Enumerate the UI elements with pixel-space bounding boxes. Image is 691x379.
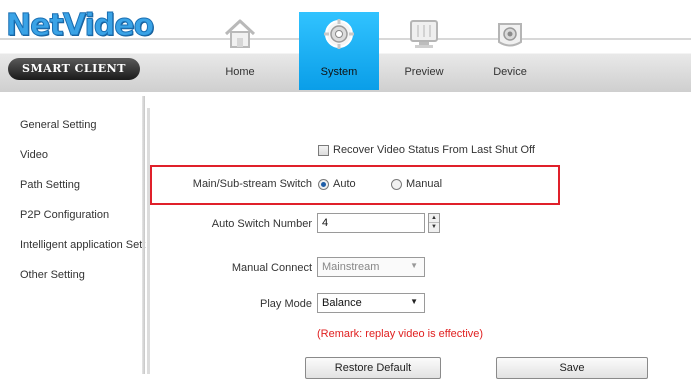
tab-system[interactable]: System <box>299 12 379 90</box>
spinner-down-icon[interactable]: ▼ <box>429 223 439 232</box>
sidebar-item-path-setting[interactable]: Path Setting <box>20 179 80 191</box>
auto-switch-number-label: Auto Switch Number <box>211 218 312 230</box>
manual-connect-select[interactable]: Mainstream ▼ <box>317 257 425 277</box>
tab-device[interactable]: Device <box>470 12 550 90</box>
manual-connect-value: Mainstream <box>322 261 380 273</box>
chevron-down-icon: ▼ <box>410 297 418 306</box>
app-subtitle-badge: SMART CLIENT <box>8 58 140 80</box>
chevron-down-icon: ▼ <box>410 261 418 270</box>
monitor-icon <box>410 20 438 48</box>
app-header: NetVideo SMART CLIENT Home System Previe… <box>0 0 691 92</box>
tab-home-label: Home <box>225 66 255 78</box>
remark-text: (Remark: replay video is effective) <box>317 328 484 340</box>
app-logo: NetVideo <box>5 8 154 44</box>
auto-switch-number-spinner[interactable]: ▲ ▼ <box>428 213 440 233</box>
spinner-up-icon[interactable]: ▲ <box>429 214 439 223</box>
restore-default-button[interactable]: Restore Default <box>305 357 441 379</box>
stream-switch-manual-label[interactable]: Manual <box>406 178 442 190</box>
save-button[interactable]: Save <box>496 357 648 379</box>
camera-icon <box>498 23 522 47</box>
sidebar-item-intelligent-application[interactable]: Intelligent application Sett <box>20 239 145 251</box>
gear-icon <box>324 19 354 49</box>
stream-switch-auto-label[interactable]: Auto <box>333 178 356 190</box>
stream-switch-label: Main/Sub-stream Switch <box>192 178 312 190</box>
play-mode-value: Balance <box>322 297 362 309</box>
auto-switch-number-input[interactable]: 4 <box>317 213 425 233</box>
stream-switch-manual-radio[interactable] <box>391 179 402 190</box>
sidebar-item-other-setting[interactable]: Other Setting <box>20 269 85 281</box>
sidebar-item-video[interactable]: Video <box>20 149 48 161</box>
play-mode-label: Play Mode <box>260 298 312 310</box>
tab-system-label: System <box>320 66 358 78</box>
recover-video-label: Recover Video Status From Last Shut Off <box>333 144 535 156</box>
manual-connect-label: Manual Connect <box>231 262 312 274</box>
settings-sidebar: General Setting Video Path Setting P2P C… <box>8 108 150 374</box>
tab-preview[interactable]: Preview <box>384 12 464 90</box>
sidebar-item-general-setting[interactable]: General Setting <box>20 119 96 131</box>
tab-preview-label: Preview <box>404 66 444 78</box>
tab-home[interactable]: Home <box>200 12 280 90</box>
tab-device-label: Device <box>493 66 527 78</box>
sidebar-item-p2p-configuration[interactable]: P2P Configuration <box>20 209 109 221</box>
play-mode-select[interactable]: Balance ▼ <box>317 293 425 313</box>
sidebar-divider <box>142 96 145 374</box>
stream-switch-auto-radio[interactable] <box>318 179 329 190</box>
home-icon <box>224 19 256 48</box>
recover-video-checkbox[interactable] <box>318 145 329 156</box>
